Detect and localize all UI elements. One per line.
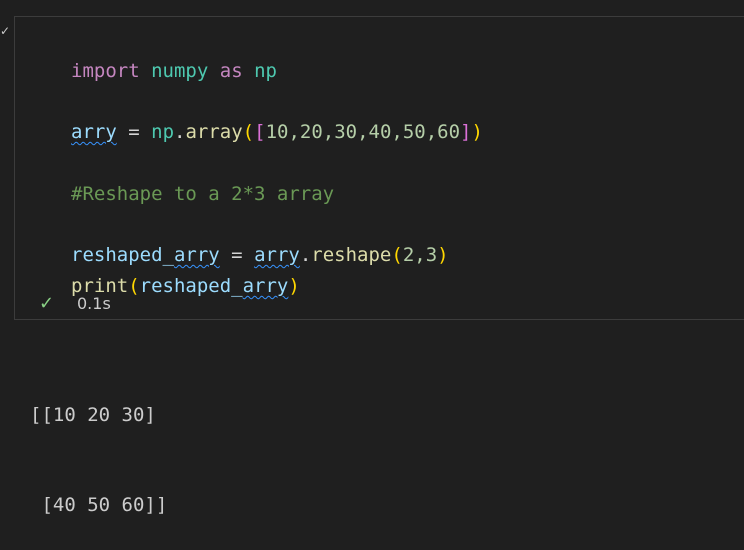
variable-reshaped-suffix: arry: [173, 244, 220, 266]
variable-arry: arry: [71, 121, 117, 143]
output-line-2: [40 50 60]]: [30, 494, 168, 516]
close-paren: ): [437, 244, 449, 266]
array-values: 10,20,30,40,50,60: [265, 121, 461, 143]
open-paren: (: [391, 244, 403, 266]
cell-collapse-marker[interactable]: ✓: [0, 24, 10, 38]
comment: #Reshape to a 2*3 array: [71, 183, 335, 205]
success-check-icon: ✓: [39, 293, 55, 314]
open-paren: (: [242, 121, 255, 143]
code-line-3[interactable]: #Reshape to a 2*3 array: [71, 182, 334, 206]
as-keyword: as: [219, 60, 243, 82]
module-name: numpy: [151, 60, 209, 82]
code-cell[interactable]: import numpy as np arry = np.array([10,2…: [14, 16, 744, 320]
reshape-arguments: 2,3: [402, 244, 438, 266]
close-paren: ): [471, 121, 483, 143]
variable-reshaped-arry-argument: reshaped_arry: [140, 275, 289, 297]
close-bracket: ]: [460, 121, 472, 143]
assignment-operator: =: [231, 244, 243, 266]
array-function: array: [185, 121, 243, 143]
code-editor[interactable]: import numpy as np arry = np.array([10,2…: [71, 37, 741, 297]
variable-reshaped-prefix: reshaped_: [71, 244, 174, 266]
open-bracket: [: [254, 121, 266, 143]
code-line-2[interactable]: arry = np.array([10,20,30,40,50,60]): [71, 120, 483, 144]
module-alias: np: [254, 60, 277, 82]
cell-output: [[10 20 30] [40 50 60]]: [30, 340, 720, 550]
module-reference: np: [151, 121, 175, 143]
argument-prefix: reshaped_: [139, 275, 243, 297]
argument-suffix: arry: [242, 275, 289, 297]
assignment-operator: =: [128, 121, 140, 143]
dot-operator: .: [299, 244, 312, 266]
execution-status: ✓ 0.1s: [39, 293, 111, 315]
code-line-1[interactable]: import numpy as np: [71, 59, 277, 83]
open-paren: (: [128, 275, 140, 297]
variable-arry-reference: arry: [254, 244, 300, 266]
dot-operator: .: [174, 121, 186, 143]
execution-duration: 0.1s: [77, 294, 111, 313]
code-line-4[interactable]: reshaped_arry = arry.reshape(2,3): [71, 243, 449, 267]
output-line-1: [[10 20 30]: [30, 404, 156, 426]
import-keyword: import: [71, 60, 140, 82]
close-paren: ): [288, 275, 300, 297]
reshape-function: reshape: [311, 244, 392, 266]
variable-reshaped-arry: reshaped_arry: [71, 244, 220, 266]
